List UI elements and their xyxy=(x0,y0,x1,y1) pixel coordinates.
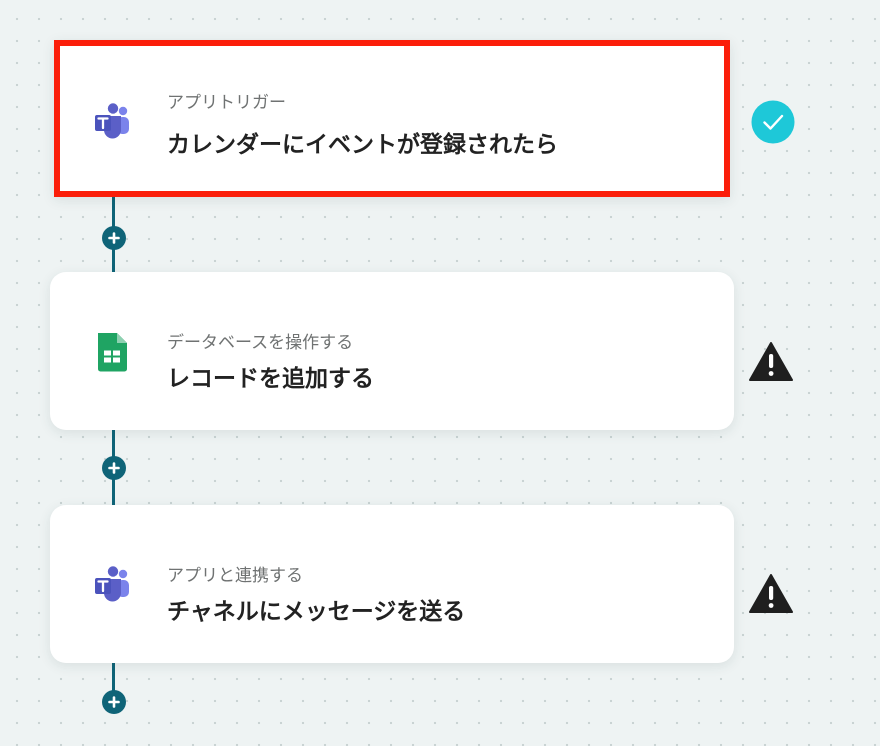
add-step-button[interactable] xyxy=(102,690,126,714)
success-check-icon xyxy=(751,100,795,144)
flow-step-trigger[interactable]: アプリトリガー カレンダーにイベントが登録されたら xyxy=(54,40,730,197)
step-title: レコードを追加する xyxy=(167,366,374,392)
microsoft-teams-icon xyxy=(95,103,129,139)
add-step-button[interactable] xyxy=(102,456,126,480)
step-category: データベースを操作する xyxy=(167,333,354,353)
flow-step-add-record[interactable]: データベースを操作する レコードを追加する xyxy=(50,272,734,430)
flow-step-send-message[interactable]: アプリと連携する チャネルにメッセージを送る xyxy=(50,505,734,663)
flow-connector-line xyxy=(112,663,115,693)
step-title: チャネルにメッセージを送る xyxy=(167,599,466,625)
plus-icon xyxy=(108,232,120,244)
add-step-button[interactable] xyxy=(102,226,126,250)
google-sheets-icon xyxy=(98,333,127,372)
warning-icon xyxy=(749,342,793,381)
plus-icon xyxy=(108,462,120,474)
plus-icon xyxy=(108,696,120,708)
step-category: アプリトリガー xyxy=(167,93,286,113)
step-category: アプリと連携する xyxy=(167,566,303,586)
microsoft-teams-icon xyxy=(95,566,129,602)
step-title: カレンダーにイベントが登録されたら xyxy=(167,132,558,158)
warning-icon xyxy=(749,574,793,613)
